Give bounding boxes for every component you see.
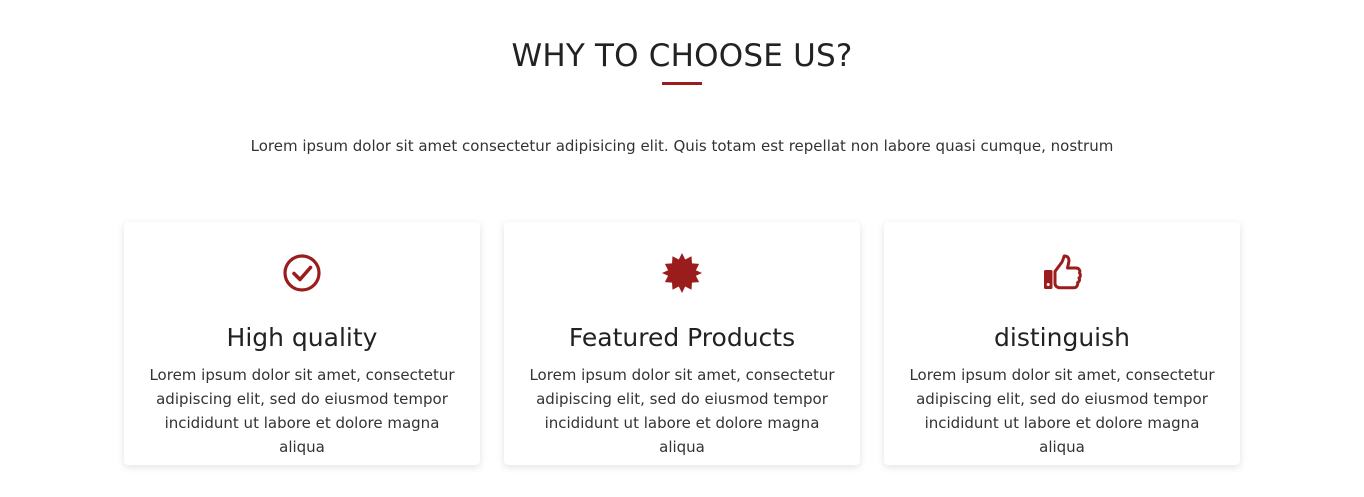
feature-title: High quality bbox=[226, 323, 378, 352]
feature-description: Lorem ipsum dolor sit amet, consectetur … bbox=[909, 366, 1215, 456]
why-choose-us-section: WHY TO CHOOSE US? Lorem ipsum dolor sit … bbox=[0, 0, 1364, 497]
thumbs-up-icon bbox=[884, 252, 1240, 294]
feature-description: Lorem ipsum dolor sit amet, consectetur … bbox=[149, 366, 455, 456]
feature-description: Lorem ipsum dolor sit amet, consectetur … bbox=[529, 366, 835, 456]
section-subtitle: Lorem ipsum dolor sit amet consectetur a… bbox=[250, 137, 1114, 155]
badge-certificate-icon bbox=[504, 252, 860, 294]
feature-title: distinguish bbox=[994, 323, 1130, 352]
title-underline bbox=[662, 82, 702, 85]
feature-card-high-quality: High quality Lorem ipsum dolor sit amet,… bbox=[124, 222, 480, 465]
feature-card-featured-products: Featured Products Lorem ipsum dolor sit … bbox=[504, 222, 860, 465]
feature-card-distinguish: distinguish Lorem ipsum dolor sit amet, … bbox=[884, 222, 1240, 465]
feature-title: Featured Products bbox=[568, 323, 796, 352]
section-title: WHY TO CHOOSE US? bbox=[511, 38, 853, 74]
check-circle-icon bbox=[124, 252, 480, 294]
